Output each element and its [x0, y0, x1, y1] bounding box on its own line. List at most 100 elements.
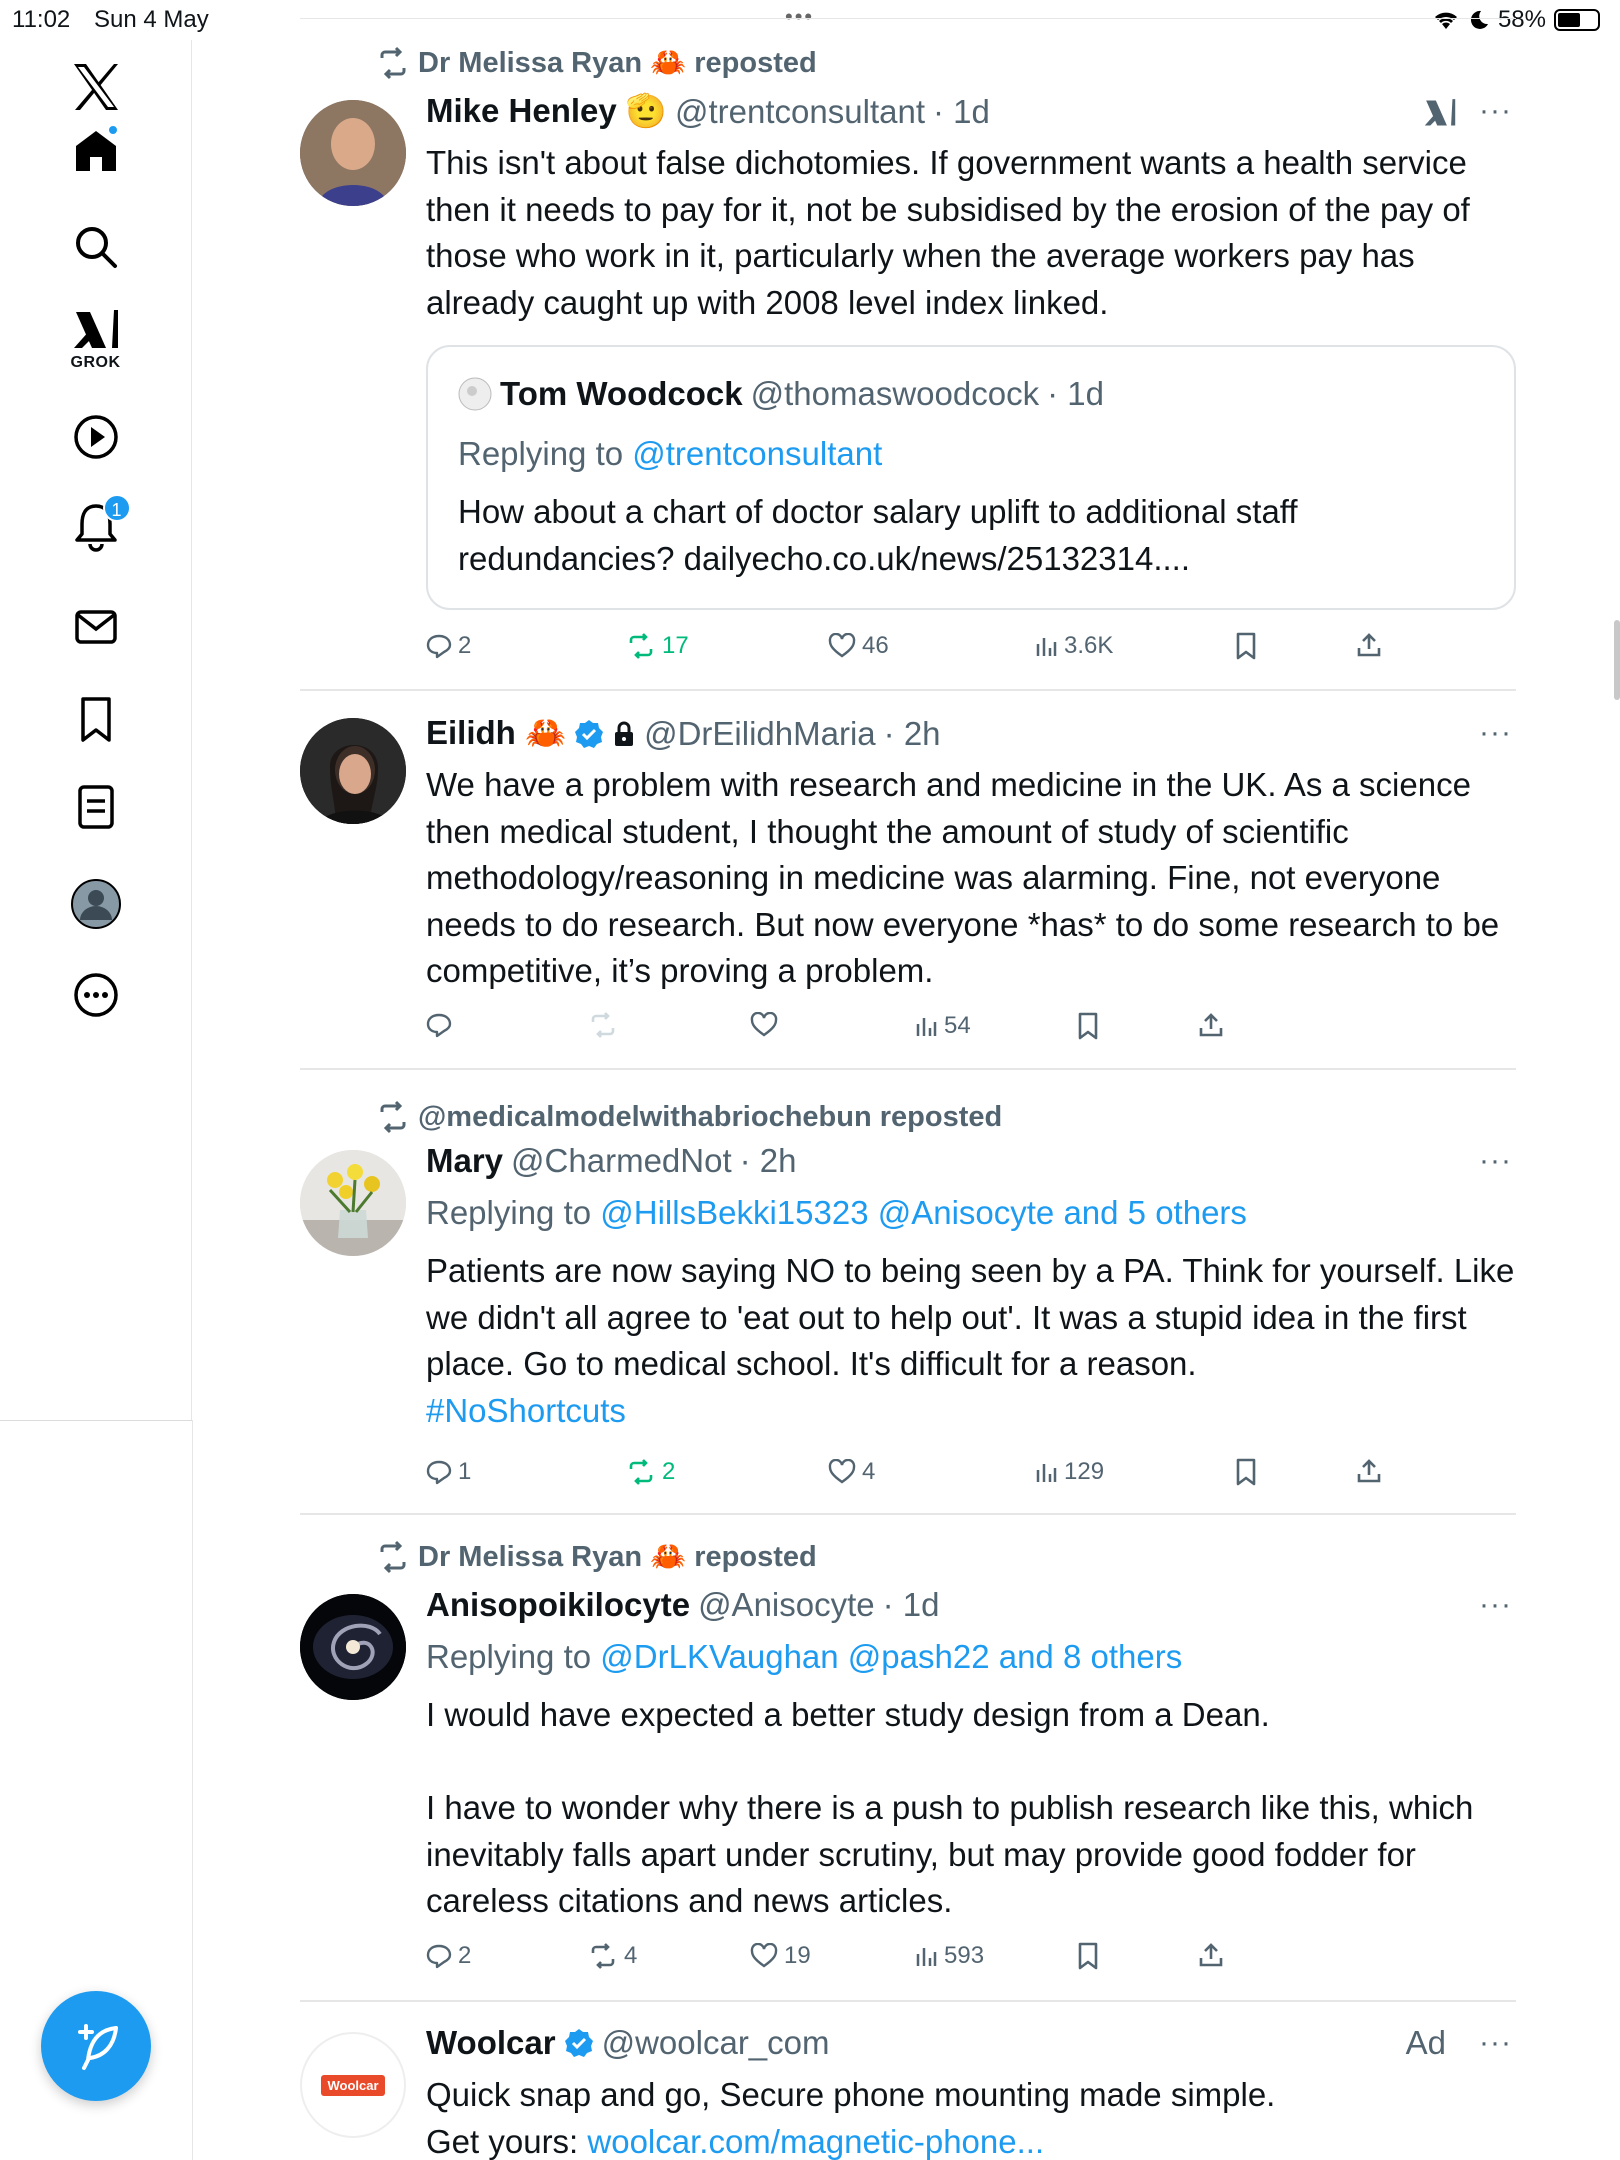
- reply-count: 1: [458, 1458, 472, 1485]
- avatar[interactable]: [300, 1150, 406, 1256]
- tweet-header: Mike Henley 🫡 @trentconsultant · 1d: [426, 92, 990, 131]
- bookmark-button[interactable]: [1076, 1942, 1100, 1970]
- views-button[interactable]: 593: [914, 1942, 984, 1970]
- timestamp[interactable]: · 1d: [933, 93, 990, 131]
- share-button[interactable]: [1356, 1458, 1382, 1484]
- share-button[interactable]: [1356, 632, 1382, 658]
- views-chart-icon: [916, 1018, 937, 1036]
- repost-button[interactable]: 2: [626, 1458, 675, 1486]
- compose-feather-icon: [78, 2024, 118, 2070]
- tweet-mary[interactable]: @medicalmodelwithabriochebun reposted Ma…: [300, 1070, 1516, 1514]
- x-logo-icon[interactable]: [70, 62, 122, 112]
- display-name[interactable]: Anisopoikilocyte: [426, 1586, 690, 1624]
- handle[interactable]: @Anisocyte: [698, 1586, 875, 1624]
- tweet-text: This isn't about false dichotomies. If g…: [426, 144, 1470, 321]
- view-count: 3.6K: [1064, 632, 1114, 659]
- bookmarks-icon[interactable]: [71, 694, 121, 744]
- avatar[interactable]: [300, 718, 406, 824]
- status-date: Sun 4 May: [94, 6, 209, 33]
- reply-button[interactable]: 2: [426, 632, 471, 660]
- lock-icon: [615, 721, 634, 746]
- bookmark-button[interactable]: [1234, 632, 1258, 660]
- profile-avatar-icon[interactable]: [70, 878, 122, 930]
- timestamp[interactable]: · 1d: [883, 1586, 940, 1624]
- display-name[interactable]: Eilidh 🦀: [426, 714, 566, 753]
- handle[interactable]: @CharmedNot: [511, 1142, 732, 1180]
- more-options-icon[interactable]: ···: [1479, 2026, 1512, 2060]
- hashtag-link[interactable]: #NoShortcuts: [426, 1392, 626, 1429]
- more-options-icon[interactable]: ···: [1479, 1588, 1512, 1622]
- repost-indicator: @medicalmodelwithabriochebun reposted: [376, 1100, 1002, 1134]
- avatar[interactable]: Woolcar: [300, 2032, 406, 2138]
- tweet-actions: 2 17 46 3.6K: [426, 632, 1426, 672]
- views-button[interactable]: 3.6K: [1034, 632, 1113, 660]
- like-button[interactable]: 19: [750, 1942, 811, 1970]
- repost-count: 2: [662, 1458, 676, 1485]
- tweet-eilidh[interactable]: Eilidh 🦀 @DrEilidhMaria · 2h ··· We have…: [300, 690, 1516, 1068]
- reply-button[interactable]: 1: [426, 1458, 471, 1486]
- reply-mentions-link[interactable]: @DrLKVaughan @pash22 and 8 others: [600, 1638, 1182, 1675]
- reply-button[interactable]: 2: [426, 1942, 471, 1970]
- like-button[interactable]: [750, 1012, 778, 1038]
- quoted-tweet[interactable]: Tom Woodcock @thomaswoodcock · 1d Replyi…: [426, 345, 1516, 610]
- bookmark-icon: [1078, 1012, 1098, 1040]
- more-options-icon[interactable]: [71, 970, 121, 1020]
- handle[interactable]: @woolcar_com: [602, 2024, 830, 2062]
- grok-icon[interactable]: [1422, 96, 1458, 130]
- more-options-icon[interactable]: ···: [1479, 94, 1512, 128]
- reply-mention-link[interactable]: @trentconsultant: [632, 435, 882, 472]
- repost-label: Dr Melissa Ryan 🦀 reposted: [418, 47, 817, 79]
- scrollbar[interactable]: [1614, 620, 1620, 700]
- tweet-anisopoikilocyte[interactable]: Dr Melissa Ryan 🦀 reposted Anisopoikiloc…: [300, 1514, 1516, 2000]
- view-count: 129: [1064, 1458, 1105, 1485]
- sidebar: GROK 1: [0, 40, 192, 1420]
- status-time: 11:02: [12, 6, 71, 33]
- handle[interactable]: @trentconsultant: [675, 93, 925, 131]
- tweet-body-line-1: I would have expected a better study des…: [426, 1696, 1270, 1733]
- cta-prefix: Get yours:: [426, 2122, 588, 2160]
- display-name[interactable]: Woolcar: [426, 2024, 556, 2062]
- tweet-ad-woolcar[interactable]: Woolcar Woolcar @woolcar_com Ad ··· Quic…: [300, 2002, 1516, 2160]
- search-icon[interactable]: [71, 222, 121, 272]
- messages-envelope-icon[interactable]: [71, 602, 121, 652]
- handle: @thomaswoodcock: [750, 375, 1040, 412]
- share-icon: [1357, 1459, 1381, 1483]
- avatar[interactable]: [300, 100, 406, 206]
- more-options-icon[interactable]: ···: [1479, 1144, 1512, 1178]
- views-button[interactable]: 129: [1034, 1458, 1104, 1486]
- video-play-icon[interactable]: [71, 412, 121, 462]
- timestamp[interactable]: · 2h: [884, 715, 941, 753]
- more-options-icon[interactable]: ···: [1479, 716, 1512, 750]
- repost-icon: [591, 1012, 615, 1038]
- lists-icon[interactable]: [71, 782, 121, 832]
- tweet-mike-henley[interactable]: Dr Melissa Ryan 🦀 reposted Mike Henley 🫡…: [300, 40, 1516, 680]
- grok-icon[interactable]: GROK: [70, 308, 122, 372]
- quote-header: Tom Woodcock @thomaswoodcock · 1d: [458, 375, 1104, 413]
- repost-icon: [380, 1100, 406, 1134]
- display-name[interactable]: Mike Henley 🫡: [426, 92, 667, 131]
- display-name[interactable]: Mary: [426, 1142, 503, 1180]
- bookmark-button[interactable]: [1076, 1012, 1100, 1040]
- ad-link[interactable]: woolcar.com/magnetic-phone...: [587, 2123, 1044, 2160]
- like-button[interactable]: 46: [828, 632, 889, 660]
- repost-button[interactable]: 17: [626, 632, 689, 660]
- home-icon[interactable]: [71, 124, 121, 176]
- timestamp[interactable]: · 2h: [740, 1142, 797, 1180]
- like-count: 46: [862, 632, 889, 659]
- share-button[interactable]: [1198, 1942, 1224, 1968]
- views-button[interactable]: 54: [914, 1012, 971, 1040]
- notifications-bell-icon[interactable]: 1: [71, 494, 131, 554]
- multitasking-dots-icon[interactable]: •••: [785, 4, 814, 30]
- handle[interactable]: @DrEilidhMaria: [644, 715, 876, 753]
- avatar[interactable]: [300, 1594, 406, 1700]
- repost-button[interactable]: 4: [588, 1942, 637, 1970]
- tweet-header: Anisopoikilocyte @Anisocyte · 1d: [426, 1586, 940, 1624]
- bookmark-button[interactable]: [1234, 1458, 1258, 1486]
- reply-mentions-link[interactable]: @HillsBekki15323 @Anisocyte and 5 others: [600, 1194, 1247, 1231]
- like-button[interactable]: 4: [828, 1458, 875, 1486]
- reply-button[interactable]: [426, 1012, 452, 1038]
- verified-badge-icon: [575, 719, 604, 748]
- tweet-header: Woolcar @woolcar_com: [426, 2024, 830, 2062]
- compose-post-button[interactable]: [41, 1991, 151, 2101]
- share-button[interactable]: [1198, 1012, 1224, 1038]
